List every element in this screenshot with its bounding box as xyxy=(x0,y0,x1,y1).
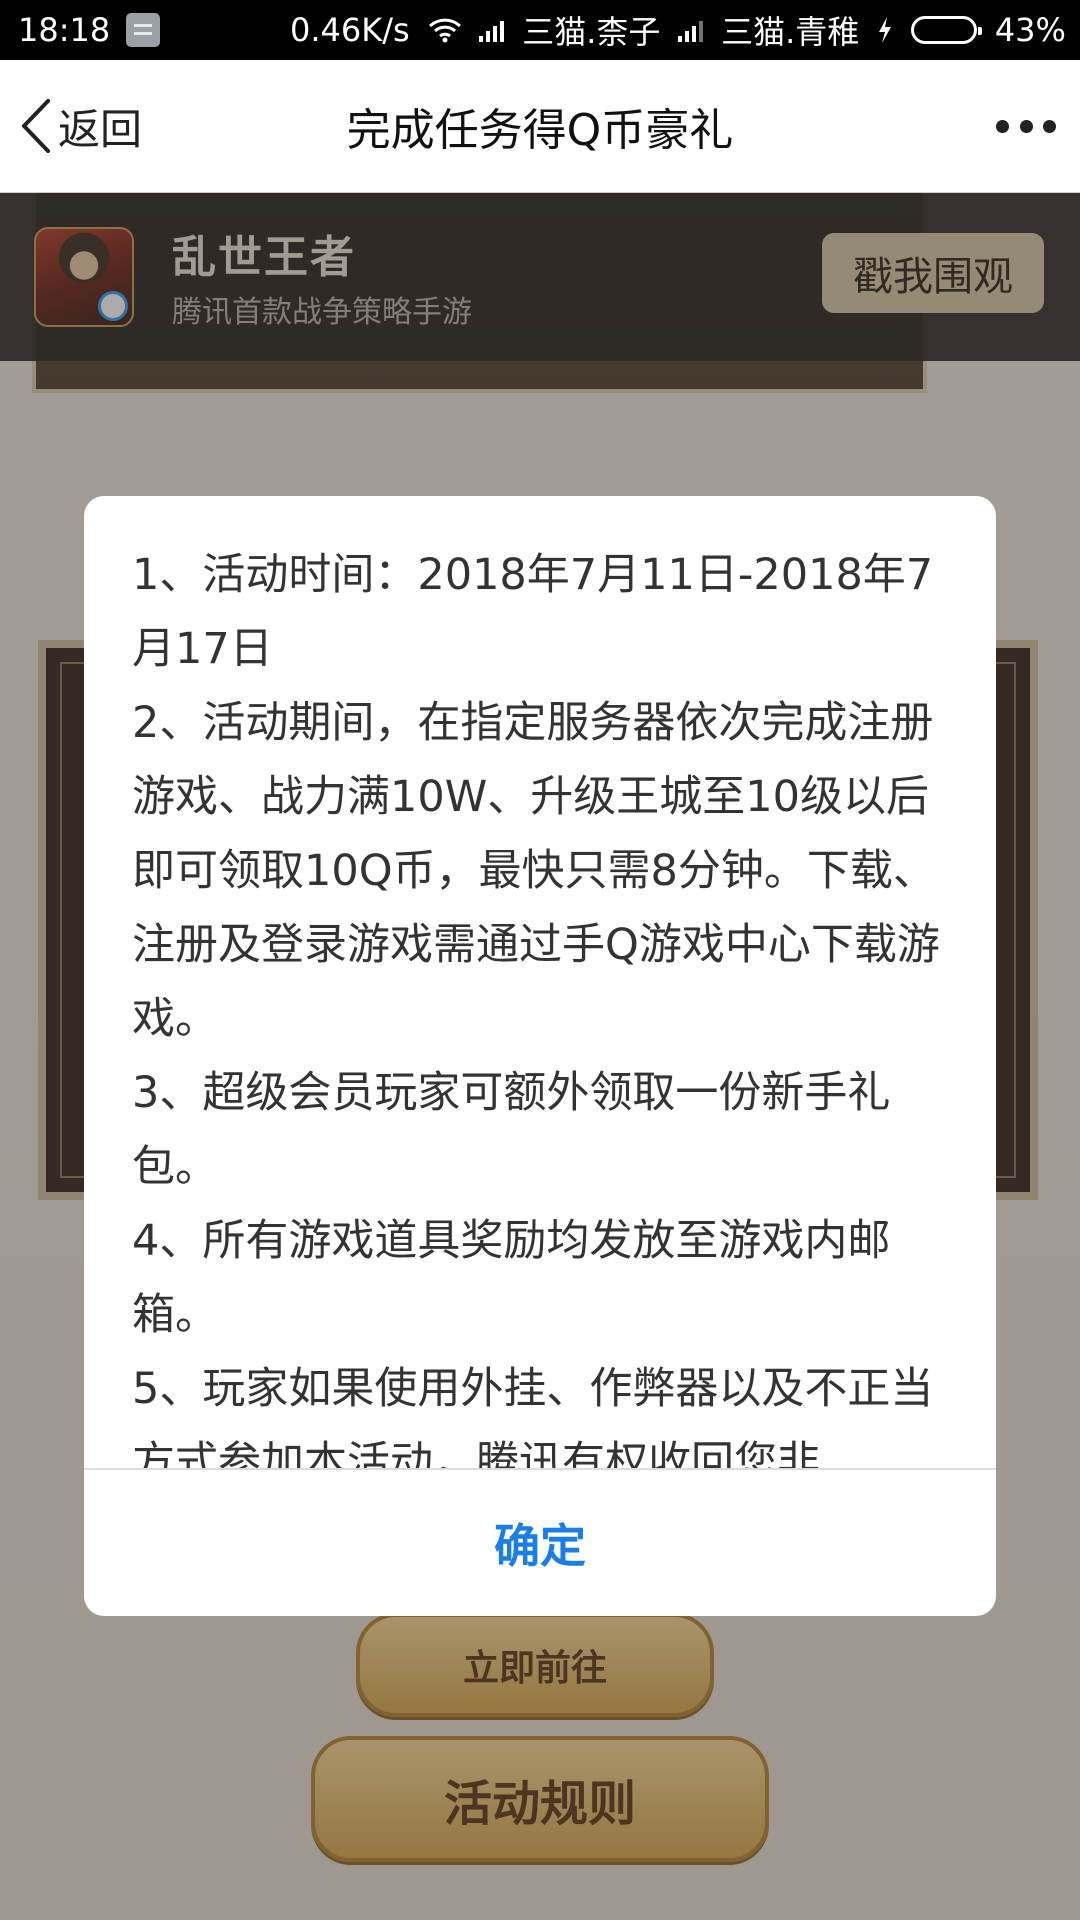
rules-text-scroll[interactable]: 1、活动时间：2018年7月11日-2018年7月17日 2、活动期间，在指定服… xyxy=(84,496,996,1468)
carrier-name-2: 三猫.青稚 xyxy=(721,13,860,51)
more-options-button[interactable] xyxy=(996,108,1056,144)
notification-icon xyxy=(126,13,161,47)
rule-item-1: 1、活动时间：2018年7月11日-2018年7月17日 xyxy=(132,550,934,674)
back-label: 返回 xyxy=(58,104,143,154)
chevron-left-icon xyxy=(22,99,50,153)
wifi-icon xyxy=(428,18,461,43)
status-time: 18:18 xyxy=(18,11,111,49)
status-bar: 18:18 0.46K/s 三猫.柰子 三猫.青稚 43% xyxy=(0,0,1080,60)
signal-icon xyxy=(479,18,505,42)
charging-icon xyxy=(879,17,892,43)
rule-item-4: 4、所有游戏道具奖励均发放至游戏内邮箱。 xyxy=(132,1216,891,1340)
confirm-button[interactable]: 确定 xyxy=(84,1470,996,1616)
network-speed: 0.46K/s xyxy=(290,11,410,49)
rule-item-5: 5、玩家如果使用外挂、作弊器以及不正当方式参加本活动，腾讯有权收回您非 xyxy=(132,1364,934,1468)
nav-bar: 返回 完成任务得Q币豪礼 xyxy=(0,60,1080,193)
signal-icon-2 xyxy=(678,18,704,42)
battery-icon xyxy=(910,16,982,44)
page-title: 完成任务得Q币豪礼 xyxy=(346,105,734,156)
battery-percent: 43% xyxy=(994,11,1066,49)
carrier-name-1: 三猫.柰子 xyxy=(522,13,661,51)
rule-item-3: 3、超级会员玩家可额外领取一份新手礼包。 xyxy=(132,1068,891,1192)
back-button[interactable]: 返回 xyxy=(18,90,142,162)
rules-dialog: 1、活动时间：2018年7月11日-2018年7月17日 2、活动期间，在指定服… xyxy=(84,496,996,1616)
rule-item-2: 2、活动期间，在指定服务器依次完成注册游戏、战力满10W、升级王城至10级以后即… xyxy=(132,698,940,1044)
